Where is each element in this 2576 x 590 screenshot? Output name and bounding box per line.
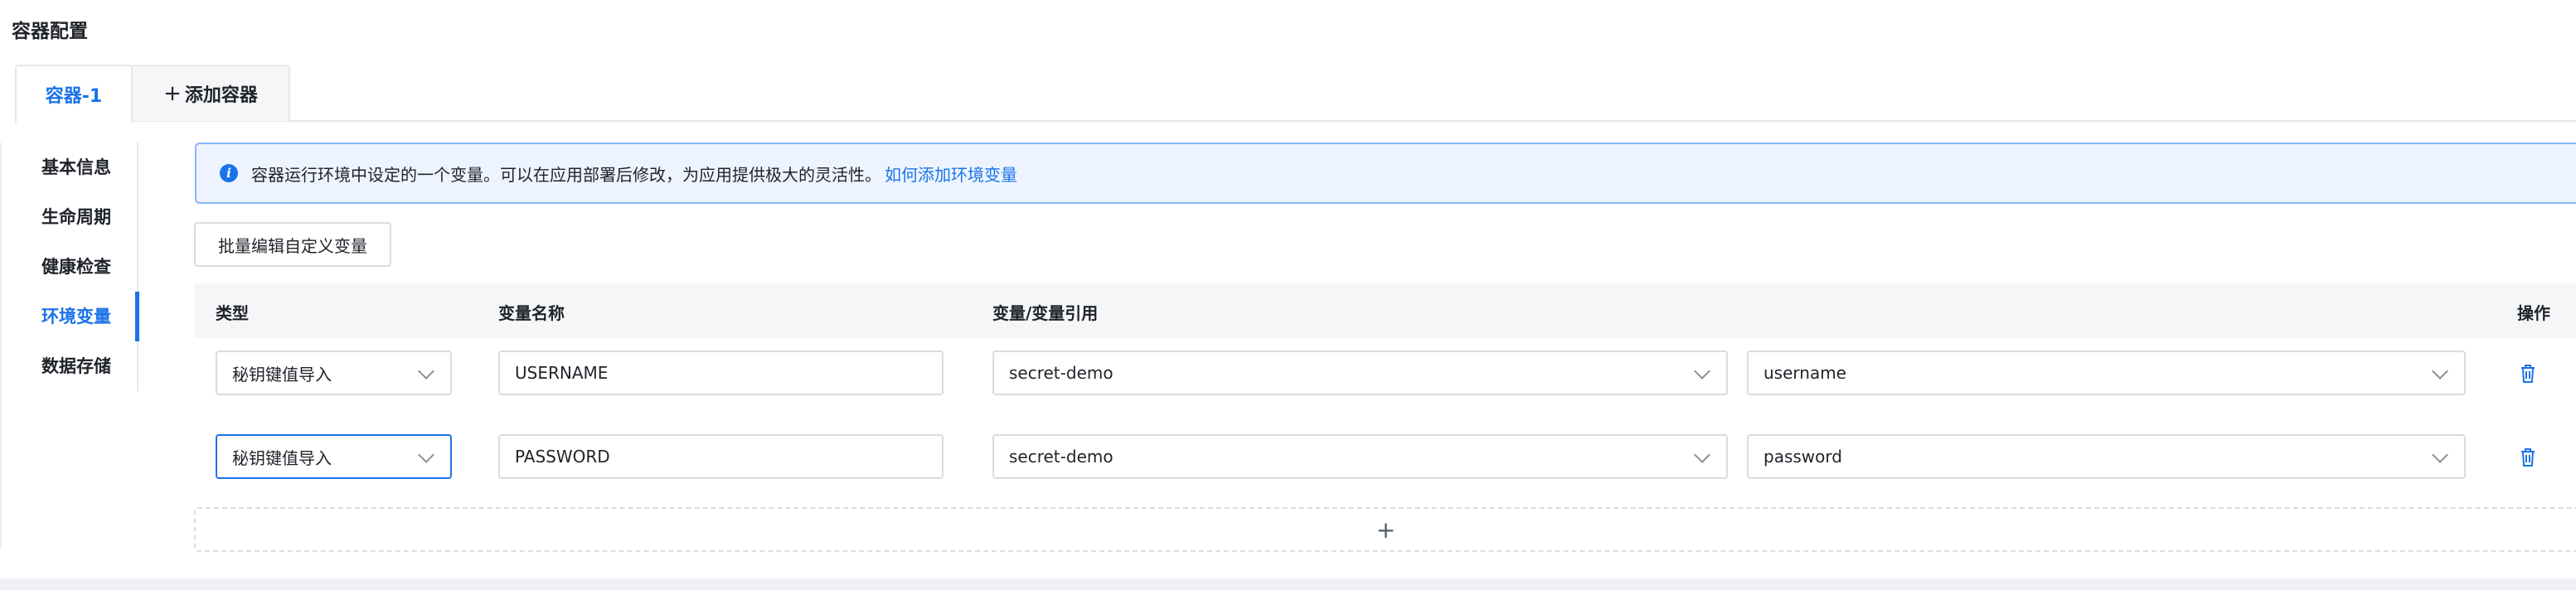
tab-container-1[interactable]: 容器-1 <box>15 65 133 123</box>
chevron-down-icon <box>2432 447 2448 463</box>
header-action: 操作 <box>2517 303 2550 323</box>
info-alert: i 容器运行环境中设定的一个变量。可以在应用部署后修改，为应用提供极大的灵活性。… <box>195 143 2576 204</box>
type-select[interactable]: 秘钥键值导入 <box>216 351 452 395</box>
chevron-down-icon <box>2432 363 2448 380</box>
frame-border <box>0 143 2 549</box>
secret-select[interactable]: secret-demo <box>992 351 1728 395</box>
var-name-value: USERNAME <box>515 363 609 383</box>
secret-select-value: secret-demo <box>1009 363 1113 383</box>
type-select-value: 秘钥键值导入 <box>232 447 332 468</box>
nav-item-lifecycle[interactable]: 生命周期 <box>41 192 111 242</box>
alert-text: 容器运行环境中设定的一个变量。可以在应用部署后修改，为应用提供极大的灵活性。 <box>251 164 881 185</box>
secret-select-value: secret-demo <box>1009 447 1113 467</box>
nav-item-data-storage[interactable]: 数据存储 <box>41 341 111 391</box>
nav-item-health-check[interactable]: 健康检查 <box>41 242 111 292</box>
secret-key-select[interactable]: username <box>1747 351 2466 395</box>
batch-edit-button[interactable]: 批量编辑自定义变量 <box>194 222 391 267</box>
header-type: 类型 <box>216 303 249 323</box>
var-name-input[interactable]: PASSWORD <box>498 434 944 479</box>
chevron-down-icon <box>1694 447 1710 463</box>
add-variable-button[interactable]: + <box>194 507 2576 552</box>
type-select[interactable]: 秘钥键值导入 <box>216 434 452 479</box>
secret-key-select[interactable]: password <box>1747 434 2466 479</box>
add-container-label: 添加容器 <box>184 85 258 106</box>
chevron-down-icon <box>418 363 434 380</box>
type-select-value: 秘钥键值导入 <box>232 364 332 384</box>
chevron-down-icon <box>1694 363 1710 380</box>
secret-key-value: username <box>1763 363 1846 383</box>
nav-item-basic-info[interactable]: 基本信息 <box>41 143 111 192</box>
info-icon: i <box>220 164 238 182</box>
section-title: 容器配置 <box>12 21 88 42</box>
chevron-down-icon <box>418 447 434 463</box>
var-name-value: PASSWORD <box>515 447 610 467</box>
var-name-input[interactable]: USERNAME <box>498 351 944 395</box>
plus-icon: + <box>1375 515 1396 544</box>
trash-icon[interactable] <box>2519 447 2537 468</box>
header-var-name: 变量名称 <box>498 303 565 323</box>
how-to-add-env-link[interactable]: 如何添加环境变量 <box>885 162 1017 186</box>
trash-icon[interactable] <box>2519 363 2537 384</box>
header-var-ref: 变量/变量引用 <box>992 303 1099 323</box>
footer-strip <box>0 578 2576 590</box>
side-nav-active-indicator <box>135 292 139 341</box>
tab-bar-divider <box>15 120 2576 122</box>
add-container-tab[interactable]: + 添加容器 <box>131 65 290 121</box>
secret-key-value: password <box>1763 447 1842 467</box>
nav-item-env-vars[interactable]: 环境变量 <box>41 292 111 341</box>
secret-select[interactable]: secret-demo <box>992 434 1728 479</box>
plus-icon: + <box>163 81 182 106</box>
side-nav-rail <box>137 143 138 391</box>
